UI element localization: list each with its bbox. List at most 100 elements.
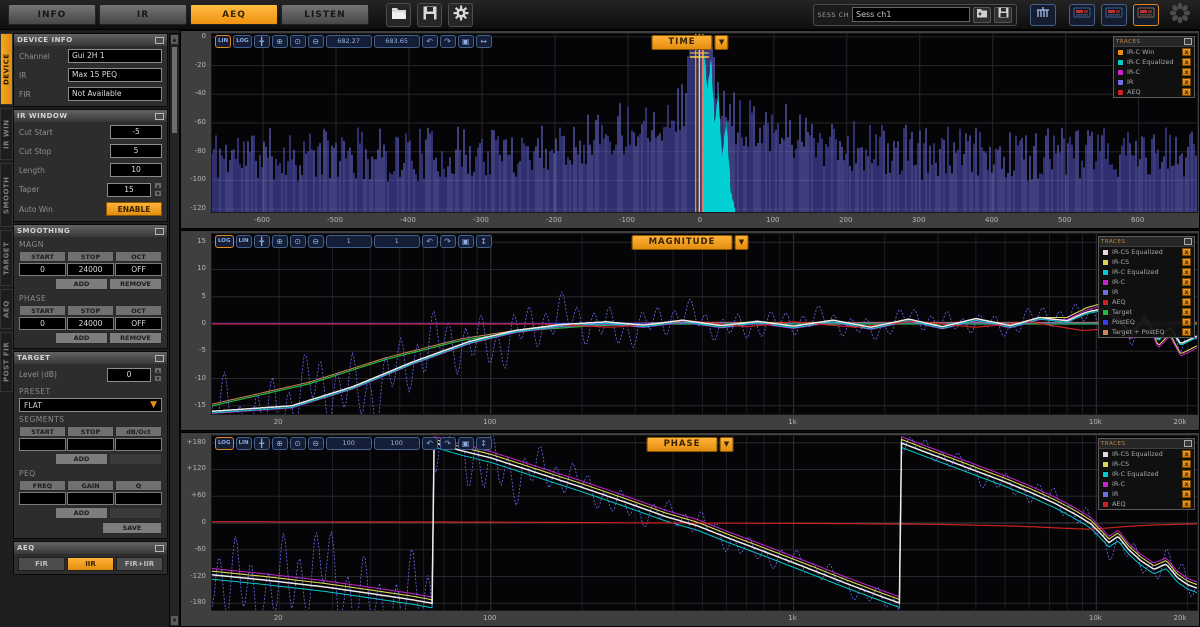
magn-add-button[interactable]: ADD [55, 278, 108, 290]
minimize-icon[interactable] [155, 545, 164, 552]
device-view-2-button[interactable] [1101, 4, 1127, 26]
tab-ir[interactable]: IR [99, 4, 187, 25]
level-stepper[interactable]: ▲▼ [154, 367, 162, 382]
redo-icon-button[interactable]: ↷ [440, 437, 456, 450]
trace-visibility-checkbox[interactable]: x [1182, 450, 1191, 458]
phase-start-field[interactable]: 0 [19, 317, 66, 330]
scroll-up-icon[interactable]: ▲ [170, 34, 179, 45]
magn-remove-button[interactable]: REMOVE [109, 278, 162, 290]
dropdown-icon[interactable]: ▼ [734, 235, 748, 250]
trace-visibility-checkbox[interactable]: x [1182, 308, 1191, 316]
cursor-value-field-1[interactable]: 682.27 [326, 35, 372, 48]
scrollbar-thumb[interactable] [171, 46, 178, 134]
down-icon[interactable]: ▼ [154, 375, 162, 382]
range-value-field-2[interactable]: 1 [374, 235, 420, 248]
trace-visibility-checkbox[interactable]: x [1182, 48, 1191, 56]
zoom-reset-icon-button[interactable]: ⊙ [290, 235, 306, 248]
plot-title-label[interactable]: MAGNITUDE [632, 235, 733, 250]
peq-q-field[interactable] [115, 492, 162, 505]
enable-button[interactable]: ENABLE [106, 202, 162, 216]
trace-visibility-checkbox[interactable]: x [1182, 68, 1191, 76]
trace-visibility-checkbox[interactable]: x [1182, 78, 1191, 86]
session-save-button[interactable] [994, 7, 1012, 23]
cut-stop-field[interactable]: 5 [110, 144, 162, 158]
fit-icon-button[interactable]: ▣ [458, 437, 474, 450]
cursor-value-field-2[interactable]: 683.65 [374, 35, 420, 48]
vtab-target[interactable]: TARGET [0, 230, 13, 286]
open-folder-button[interactable] [386, 3, 411, 27]
phase-add-button[interactable]: ADD [55, 332, 108, 344]
time-plot-title[interactable]: TIME ▼ [651, 35, 728, 50]
dropdown-icon[interactable]: ▼ [715, 35, 729, 50]
device-view-1-button[interactable] [1069, 4, 1095, 26]
magn-stop-field[interactable]: 24000 [67, 263, 114, 276]
undo-icon-button[interactable]: ↶ [422, 35, 438, 48]
peq-freq-field[interactable] [19, 492, 66, 505]
peq-add-button[interactable]: ADD [55, 507, 108, 519]
time-plot-area[interactable] [211, 33, 1198, 213]
redo-icon-button[interactable]: ↷ [440, 35, 456, 48]
aeq-tab-iir[interactable]: IIR [67, 557, 114, 571]
lin-scale-button[interactable]: LIN [215, 35, 231, 48]
zoom-out-icon-button[interactable]: ⊖ [308, 437, 324, 450]
ir-field[interactable]: Max 15 PEQ [68, 68, 162, 82]
save-button[interactable] [417, 3, 442, 27]
zoom-reset-icon-button[interactable]: ⊙ [290, 35, 306, 48]
taper-stepper[interactable]: ▲▼ [154, 182, 162, 197]
phase-plot-area[interactable] [211, 435, 1198, 611]
tab-info[interactable]: INFO [8, 4, 96, 25]
range-value-field-2[interactable]: 100 [374, 437, 420, 450]
aeq-tab-fir-iir[interactable]: FIR+IIR [116, 557, 163, 571]
zoom-in-icon-button[interactable]: ⊕ [272, 235, 288, 248]
trace-visibility-checkbox[interactable]: x [1182, 288, 1191, 296]
redo-icon-button[interactable]: ↷ [440, 235, 456, 248]
trace-visibility-checkbox[interactable]: x [1182, 318, 1191, 326]
device-view-3-button[interactable] [1133, 4, 1159, 26]
trace-visibility-checkbox[interactable]: x [1182, 500, 1191, 508]
pan-icon-button[interactable]: ╋ [254, 235, 270, 248]
undo-icon-button[interactable]: ↶ [422, 235, 438, 248]
up-icon[interactable]: ▲ [154, 182, 162, 189]
dropdown-icon[interactable]: ▼ [719, 437, 733, 452]
fir-field[interactable]: Not Available [68, 87, 162, 101]
zoom-in-icon-button[interactable]: ⊕ [272, 437, 288, 450]
zoom-out-icon-button[interactable]: ⊖ [308, 35, 324, 48]
tab-aeq[interactable]: AEQ [190, 4, 278, 25]
fit-icon-button[interactable]: ▣ [458, 235, 474, 248]
trace-visibility-checkbox[interactable]: x [1182, 328, 1191, 336]
peq-gain-field[interactable] [67, 492, 114, 505]
v-range-icon-button[interactable]: ↕ [476, 235, 492, 248]
magnitude-plot-title[interactable]: MAGNITUDE ▼ [632, 235, 749, 250]
trace-visibility-checkbox[interactable]: x [1182, 278, 1191, 286]
vtab-post-fir[interactable]: POST FIR [0, 332, 13, 392]
channel-field[interactable]: Gui 2H 1 [68, 49, 162, 63]
plot-title-label[interactable]: TIME [651, 35, 712, 50]
range-value-field-1[interactable]: 1 [326, 235, 372, 248]
aeq-tab-fir[interactable]: FIR [18, 557, 65, 571]
lin-scale-button[interactable]: LIN [236, 437, 252, 450]
segment-start-field[interactable] [19, 438, 66, 451]
legend-collapse-icon[interactable] [1184, 440, 1192, 447]
magnitude-plot-area[interactable] [211, 233, 1198, 415]
log-scale-button[interactable]: LOG [233, 35, 252, 48]
scroll-down-icon[interactable]: ▼ [170, 615, 179, 626]
phase-stop-field[interactable]: 24000 [67, 317, 114, 330]
sweep-clean-button[interactable] [1030, 4, 1056, 26]
pan-icon-button[interactable]: ╋ [254, 437, 270, 450]
legend-collapse-icon[interactable] [1184, 38, 1192, 45]
pan-icon-button[interactable]: ╋ [254, 35, 270, 48]
level-field[interactable]: 0 [107, 368, 151, 382]
cut-start-field[interactable]: -5 [110, 125, 162, 139]
phase-oct-field[interactable]: OFF [115, 317, 162, 330]
taper-field[interactable]: 15 [107, 183, 151, 197]
session-load-button[interactable] [973, 7, 991, 23]
preset-dropdown[interactable]: FLAT ▼ [19, 398, 162, 412]
phase-remove-button[interactable]: REMOVE [109, 332, 162, 344]
log-scale-button[interactable]: LOG [215, 437, 234, 450]
up-icon[interactable]: ▲ [154, 367, 162, 374]
trace-visibility-checkbox[interactable]: x [1182, 470, 1191, 478]
magn-start-field[interactable]: 0 [19, 263, 66, 276]
vtab-device[interactable]: DEVICE [0, 33, 13, 105]
session-channel-input[interactable] [852, 7, 970, 22]
vtab-ir-win[interactable]: IR WIN [0, 108, 13, 160]
